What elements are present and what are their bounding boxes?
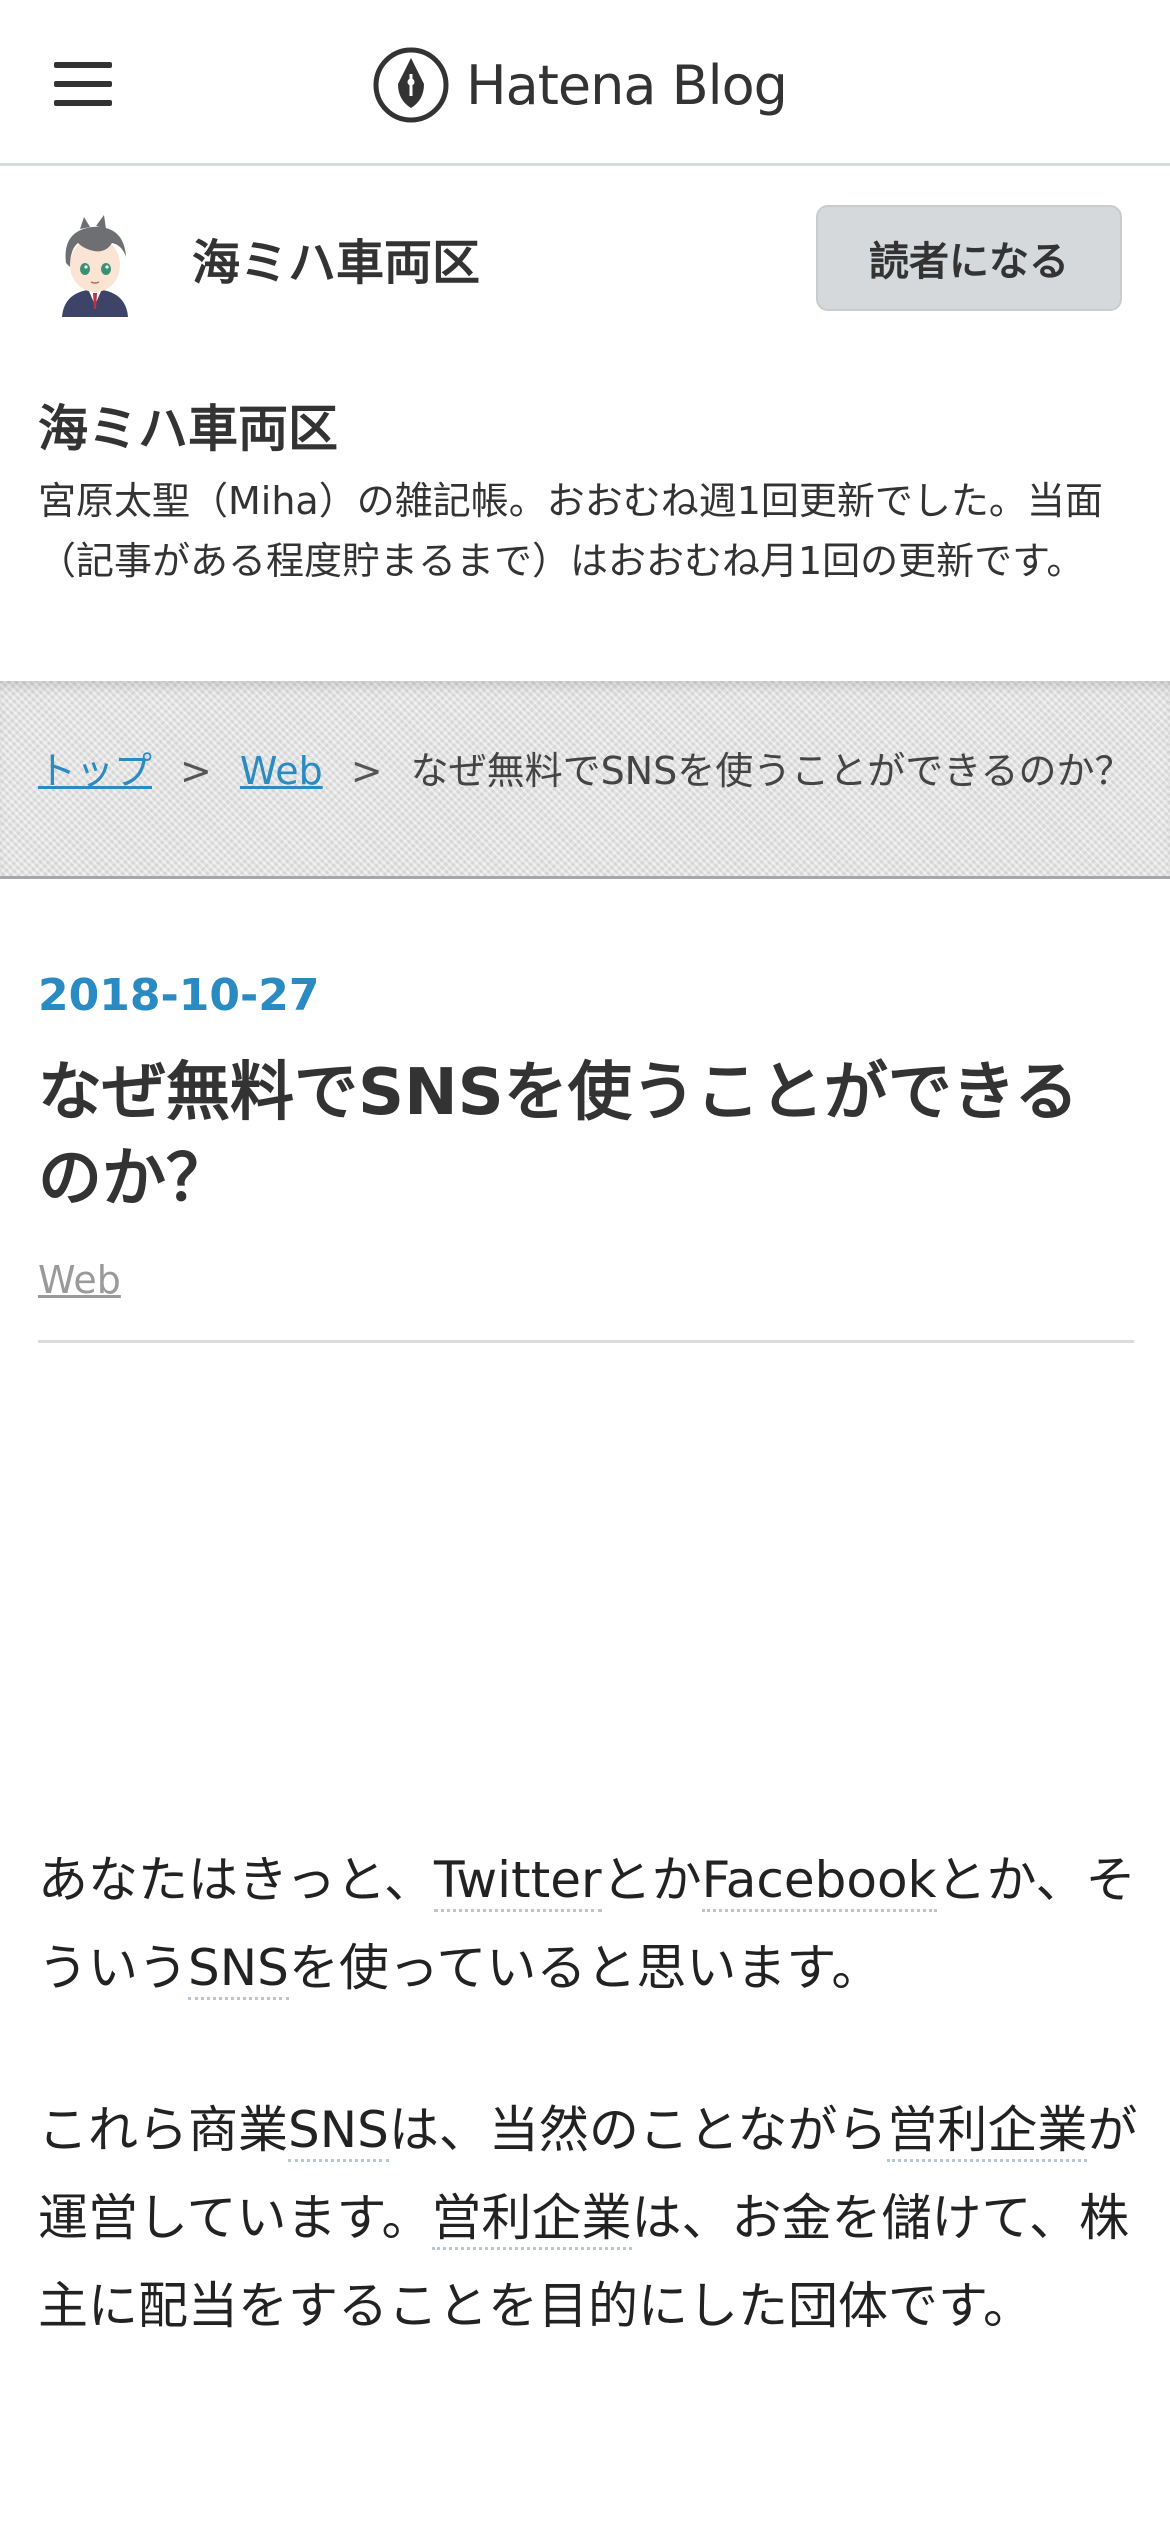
divider	[38, 1340, 1134, 1343]
avatar[interactable]	[40, 209, 150, 319]
text-span: あなたはきっと、	[38, 1851, 434, 1909]
text-span: これら商業	[38, 2101, 288, 2159]
logo-text: Hatena Blog	[466, 53, 788, 117]
hatena-blog-logo[interactable]: Hatena Blog	[372, 44, 788, 126]
hatena-pen-logo-icon	[373, 47, 449, 123]
text-span: は、当然のことながら	[388, 2101, 888, 2159]
keyword-link[interactable]: SNS	[288, 2101, 389, 2162]
keyword-link[interactable]: Facebook	[701, 1851, 937, 1912]
article-title[interactable]: なぜ無料でSNSを使うことができるのか？	[38, 1050, 1138, 1222]
ad-space	[38, 1360, 1134, 1800]
breadcrumb-current: なぜ無料でSNSを使うことができるのか？	[410, 749, 1133, 793]
text-span: を使っていると思います。	[288, 1939, 882, 1997]
blog-header: 海ミハ車両区 読者になる 海ミハ車両区 宮原太聖（Miha）の雑記帳。おおむね週…	[0, 169, 1170, 681]
breadcrumb-category-link[interactable]: Web	[240, 749, 323, 793]
paragraph: これら商業SNSは、当然のことながら営利企業が運営しています。営利企業は、お金を…	[38, 2086, 1138, 2350]
keyword-link[interactable]: Twitter	[434, 1851, 602, 1912]
breadcrumb-band: トップ > Web > なぜ無料でSNSを使うことができるのか？	[0, 681, 1170, 879]
keyword-link[interactable]: 営利企業	[431, 2189, 632, 2250]
keyword-link[interactable]: 営利企業	[887, 2101, 1088, 2162]
text-span: とか	[601, 1851, 702, 1909]
article-body: あなたはきっと、TwitterとかFacebookとか、そういうSNSを使ってい…	[38, 1836, 1138, 2424]
top-navigation-bar: Hatena Blog	[0, 0, 1170, 166]
subscribe-button[interactable]: 読者になる	[816, 205, 1122, 311]
breadcrumb-separator: >	[180, 749, 212, 793]
article-date[interactable]: 2018-10-27	[38, 970, 319, 1021]
blog-description: 宮原太聖（Miha）の雑記帳。おおむね週1回更新でした。当面（記事がある程度貯ま…	[38, 479, 1103, 583]
paragraph: あなたはきっと、TwitterとかFacebookとか、そういうSNSを使ってい…	[38, 1836, 1138, 2012]
breadcrumb-top-link[interactable]: トップ	[38, 749, 152, 793]
article-category-link[interactable]: Web	[38, 1258, 121, 1302]
blog-name-link[interactable]: 海ミハ車両区	[192, 223, 480, 293]
breadcrumb: トップ > Web > なぜ無料でSNSを使うことができるのか？	[38, 741, 1138, 801]
keyword-link[interactable]: SNS	[188, 1939, 289, 2000]
hamburger-menu-icon[interactable]	[54, 60, 114, 108]
breadcrumb-separator: >	[350, 749, 383, 793]
blog-title[interactable]: 海ミハ車両区	[38, 389, 338, 461]
